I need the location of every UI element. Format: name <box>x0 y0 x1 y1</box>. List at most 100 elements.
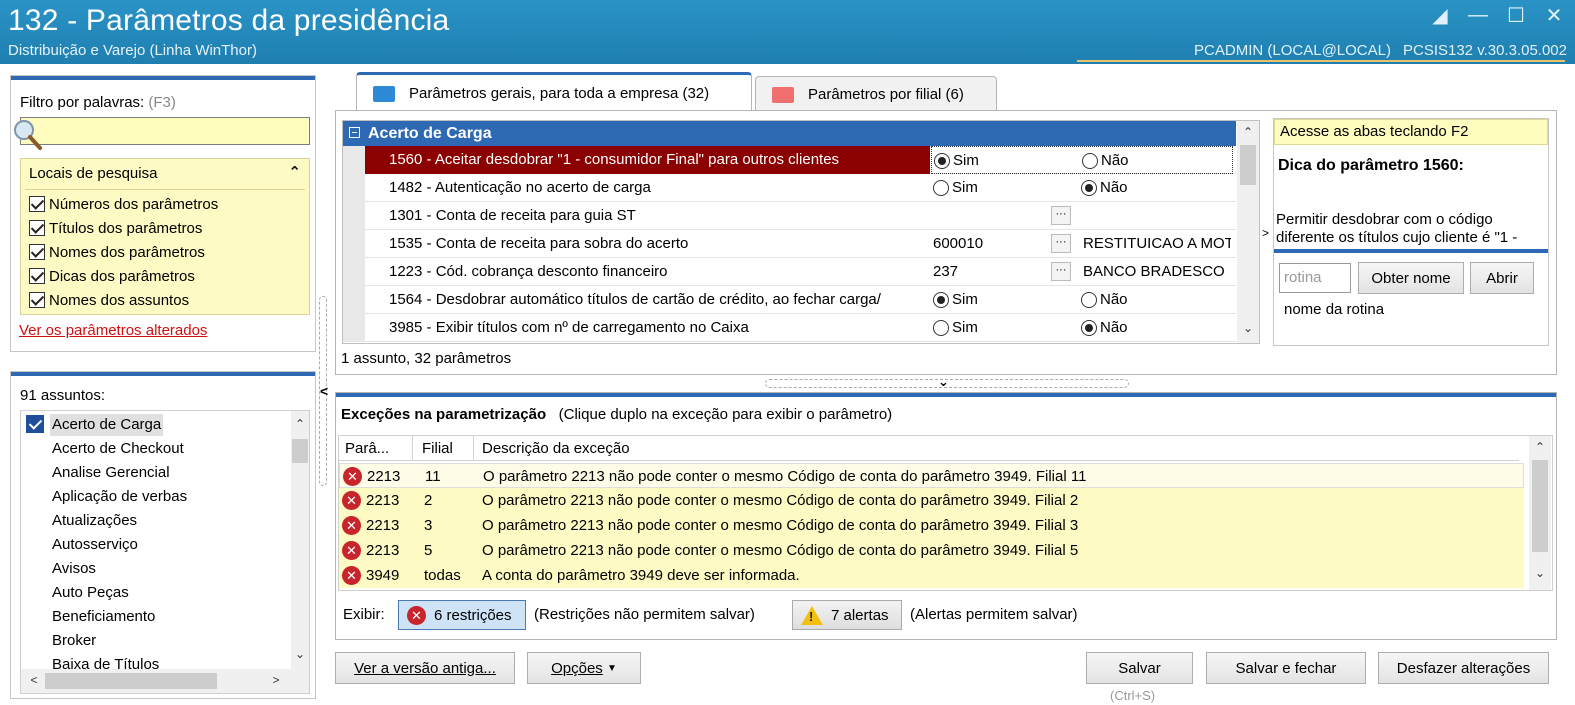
old-version-button[interactable]: Ver a versão antiga... <box>335 652 515 684</box>
scroll-down-icon[interactable]: ⌄ <box>291 647 309 661</box>
param-name[interactable]: 1564 - Desdobrar automático títulos de c… <box>365 286 930 314</box>
radio-button[interactable] <box>1082 153 1098 169</box>
list-item[interactable]: Atualizações <box>52 510 137 532</box>
param-row[interactable]: 1564 - Desdobrar automático títulos de c… <box>343 286 1236 314</box>
radio-sim[interactable]: Sim <box>933 286 978 314</box>
maximize-button[interactable]: ☐ <box>1505 4 1527 27</box>
lookup-code[interactable]: 237 <box>933 258 958 286</box>
radio-nao[interactable]: Não <box>1081 174 1128 202</box>
list-item[interactable]: Autosserviço <box>52 534 138 556</box>
list-item[interactable]: Analise Gerencial <box>52 462 170 484</box>
options-button[interactable]: Opções ▼ <box>527 652 641 684</box>
param-row[interactable]: 3985 - Exibir títulos com nº de carregam… <box>343 314 1236 342</box>
table-row[interactable]: ✕ 2213 11 O parâmetro 2213 não pode cont… <box>339 463 1524 488</box>
radio-sim[interactable]: Sim <box>933 314 978 342</box>
scroll-up-icon[interactable]: ⌃ <box>1239 125 1257 139</box>
lookup-button[interactable]: ··· <box>1051 262 1071 281</box>
column-header-param[interactable]: Parâ... <box>345 440 389 457</box>
rotina-input[interactable]: rotina <box>1279 263 1351 293</box>
radio-button[interactable] <box>934 153 950 169</box>
expand-right-icon[interactable]: > <box>1262 226 1269 240</box>
list-item[interactable]: Acerto de Carga <box>50 414 164 436</box>
undo-changes-button[interactable]: Desfazer alterações <box>1378 652 1549 684</box>
checkbox[interactable] <box>29 292 45 308</box>
scroll-thumb[interactable] <box>292 439 308 463</box>
option-param-numbers[interactable]: Números dos parâmetros <box>29 193 218 215</box>
option-param-tips[interactable]: Dicas dos parâmetros <box>29 265 195 287</box>
scroll-right-icon[interactable]: > <box>267 673 285 687</box>
param-name[interactable]: 1535 - Conta de receita para sobra do ac… <box>365 230 930 258</box>
list-item[interactable]: Aplicação de verbas <box>52 486 187 508</box>
param-name[interactable]: 1301 - Conta de receita para guia ST <box>365 202 930 230</box>
radio-button[interactable] <box>933 320 949 336</box>
param-name[interactable]: 1223 - Cód. cobrança desconto financeiro <box>365 258 930 286</box>
close-button[interactable]: ✕ <box>1543 4 1565 27</box>
option-subject-names[interactable]: Nomes dos assuntos <box>29 289 189 311</box>
radio-sim[interactable]: Sim <box>934 147 979 175</box>
get-name-button[interactable]: Obter nome <box>1358 262 1464 294</box>
checkbox[interactable] <box>29 220 45 236</box>
lookup-code[interactable]: 600010 <box>933 230 983 258</box>
scroll-thumb[interactable] <box>1240 145 1256 185</box>
list-item[interactable]: Auto Peças <box>52 582 129 604</box>
table-row[interactable]: ✕ 2213 5 O parâmetro 2213 não pode conte… <box>339 538 1524 563</box>
scroll-down-icon[interactable]: ⌄ <box>1531 566 1549 580</box>
minimize-button[interactable]: — <box>1467 4 1489 26</box>
table-row[interactable]: ✕ 2213 2 O parâmetro 2213 não pode conte… <box>339 488 1524 513</box>
param-name[interactable]: 1560 - Aceitar desdobrar "1 - consumidor… <box>365 146 930 174</box>
radio-button[interactable] <box>933 180 949 196</box>
collapse-left-icon[interactable]: < <box>320 383 328 399</box>
table-row[interactable]: ✕ 3949 todas A conta do parâmetro 3949 d… <box>339 563 1524 588</box>
changed-params-link[interactable]: Ver os parâmetros alterados <box>19 322 207 339</box>
param-row[interactable]: 1482 - Autenticação no acerto de carga S… <box>343 174 1236 202</box>
radio-button[interactable] <box>933 292 949 308</box>
table-row[interactable]: ✕ 2213 3 O parâmetro 2213 não pode conte… <box>339 513 1524 538</box>
scroll-down-icon[interactable]: ⌄ <box>1239 321 1257 335</box>
collapse-icon[interactable] <box>349 127 360 138</box>
param-row[interactable]: 1223 - Cód. cobrança desconto financeiro… <box>343 258 1236 286</box>
grid-group-header[interactable]: Acerto de Carga <box>343 121 1236 146</box>
radio-nao[interactable]: Não <box>1081 314 1128 342</box>
save-and-close-button[interactable]: Salvar e fechar <box>1206 652 1366 684</box>
param-name[interactable]: 3985 - Exibir títulos com nº de carregam… <box>365 314 930 342</box>
edit-icon[interactable]: ◢ <box>1429 4 1451 27</box>
radio-button[interactable] <box>1081 180 1097 196</box>
radio-button[interactable] <box>1081 320 1097 336</box>
filter-input[interactable] <box>20 117 310 145</box>
list-item[interactable]: Beneficiamento <box>52 606 155 628</box>
param-row[interactable]: 1301 - Conta de receita para guia ST ··· <box>343 202 1236 230</box>
selected-check-icon[interactable] <box>26 415 44 433</box>
collapse-icon[interactable]: ⌃ <box>288 163 301 181</box>
param-row[interactable]: 1535 - Conta de receita para sobra do ac… <box>343 230 1236 258</box>
scroll-thumb[interactable] <box>1532 460 1548 552</box>
open-button[interactable]: Abrir <box>1470 262 1534 294</box>
scroll-thumb[interactable] <box>45 673 217 689</box>
option-param-titles[interactable]: Títulos dos parâmetros <box>29 217 202 239</box>
list-item[interactable]: Broker <box>52 630 96 652</box>
subjects-scrollbar[interactable]: ⌃ ⌄ <box>291 411 309 669</box>
grid-scrollbar[interactable]: ⌃ ⌄ <box>1237 121 1259 343</box>
radio-sim[interactable]: Sim <box>933 174 978 202</box>
column-header-description[interactable]: Descrição da exceção <box>482 440 630 457</box>
scroll-left-icon[interactable]: < <box>25 673 43 687</box>
list-item[interactable]: Acerto de Checkout <box>52 438 184 460</box>
scroll-up-icon[interactable]: ⌃ <box>1531 440 1549 454</box>
column-header-filial[interactable]: Filial <box>422 440 453 457</box>
restrictions-button[interactable]: ✕ 6 restrições <box>398 600 526 630</box>
option-param-names[interactable]: Nomes dos parâmetros <box>29 241 205 263</box>
scroll-up-icon[interactable]: ⌃ <box>291 417 309 431</box>
lookup-button[interactable]: ··· <box>1051 206 1071 225</box>
list-item[interactable]: Avisos <box>52 558 96 580</box>
tab-general-params[interactable]: Parâmetros gerais, para toda a empresa (… <box>356 72 752 112</box>
radio-nao[interactable]: Não <box>1082 147 1129 175</box>
checkbox[interactable] <box>29 268 45 284</box>
subjects-list[interactable]: Acerto de Carga Acerto de Checkout Anali… <box>20 410 310 694</box>
radio-button[interactable] <box>1081 292 1097 308</box>
checkbox[interactable] <box>29 244 45 260</box>
tab-branch-params[interactable]: Parâmetros por filial (6) <box>755 76 997 112</box>
alerts-button[interactable]: 7 alertas <box>792 600 902 630</box>
param-name[interactable]: 1482 - Autenticação no acerto de carga <box>365 174 930 202</box>
save-button[interactable]: Salvar <box>1086 652 1193 684</box>
param-row[interactable]: 1560 - Aceitar desdobrar "1 - consumidor… <box>343 146 1236 174</box>
checkbox[interactable] <box>29 196 45 212</box>
